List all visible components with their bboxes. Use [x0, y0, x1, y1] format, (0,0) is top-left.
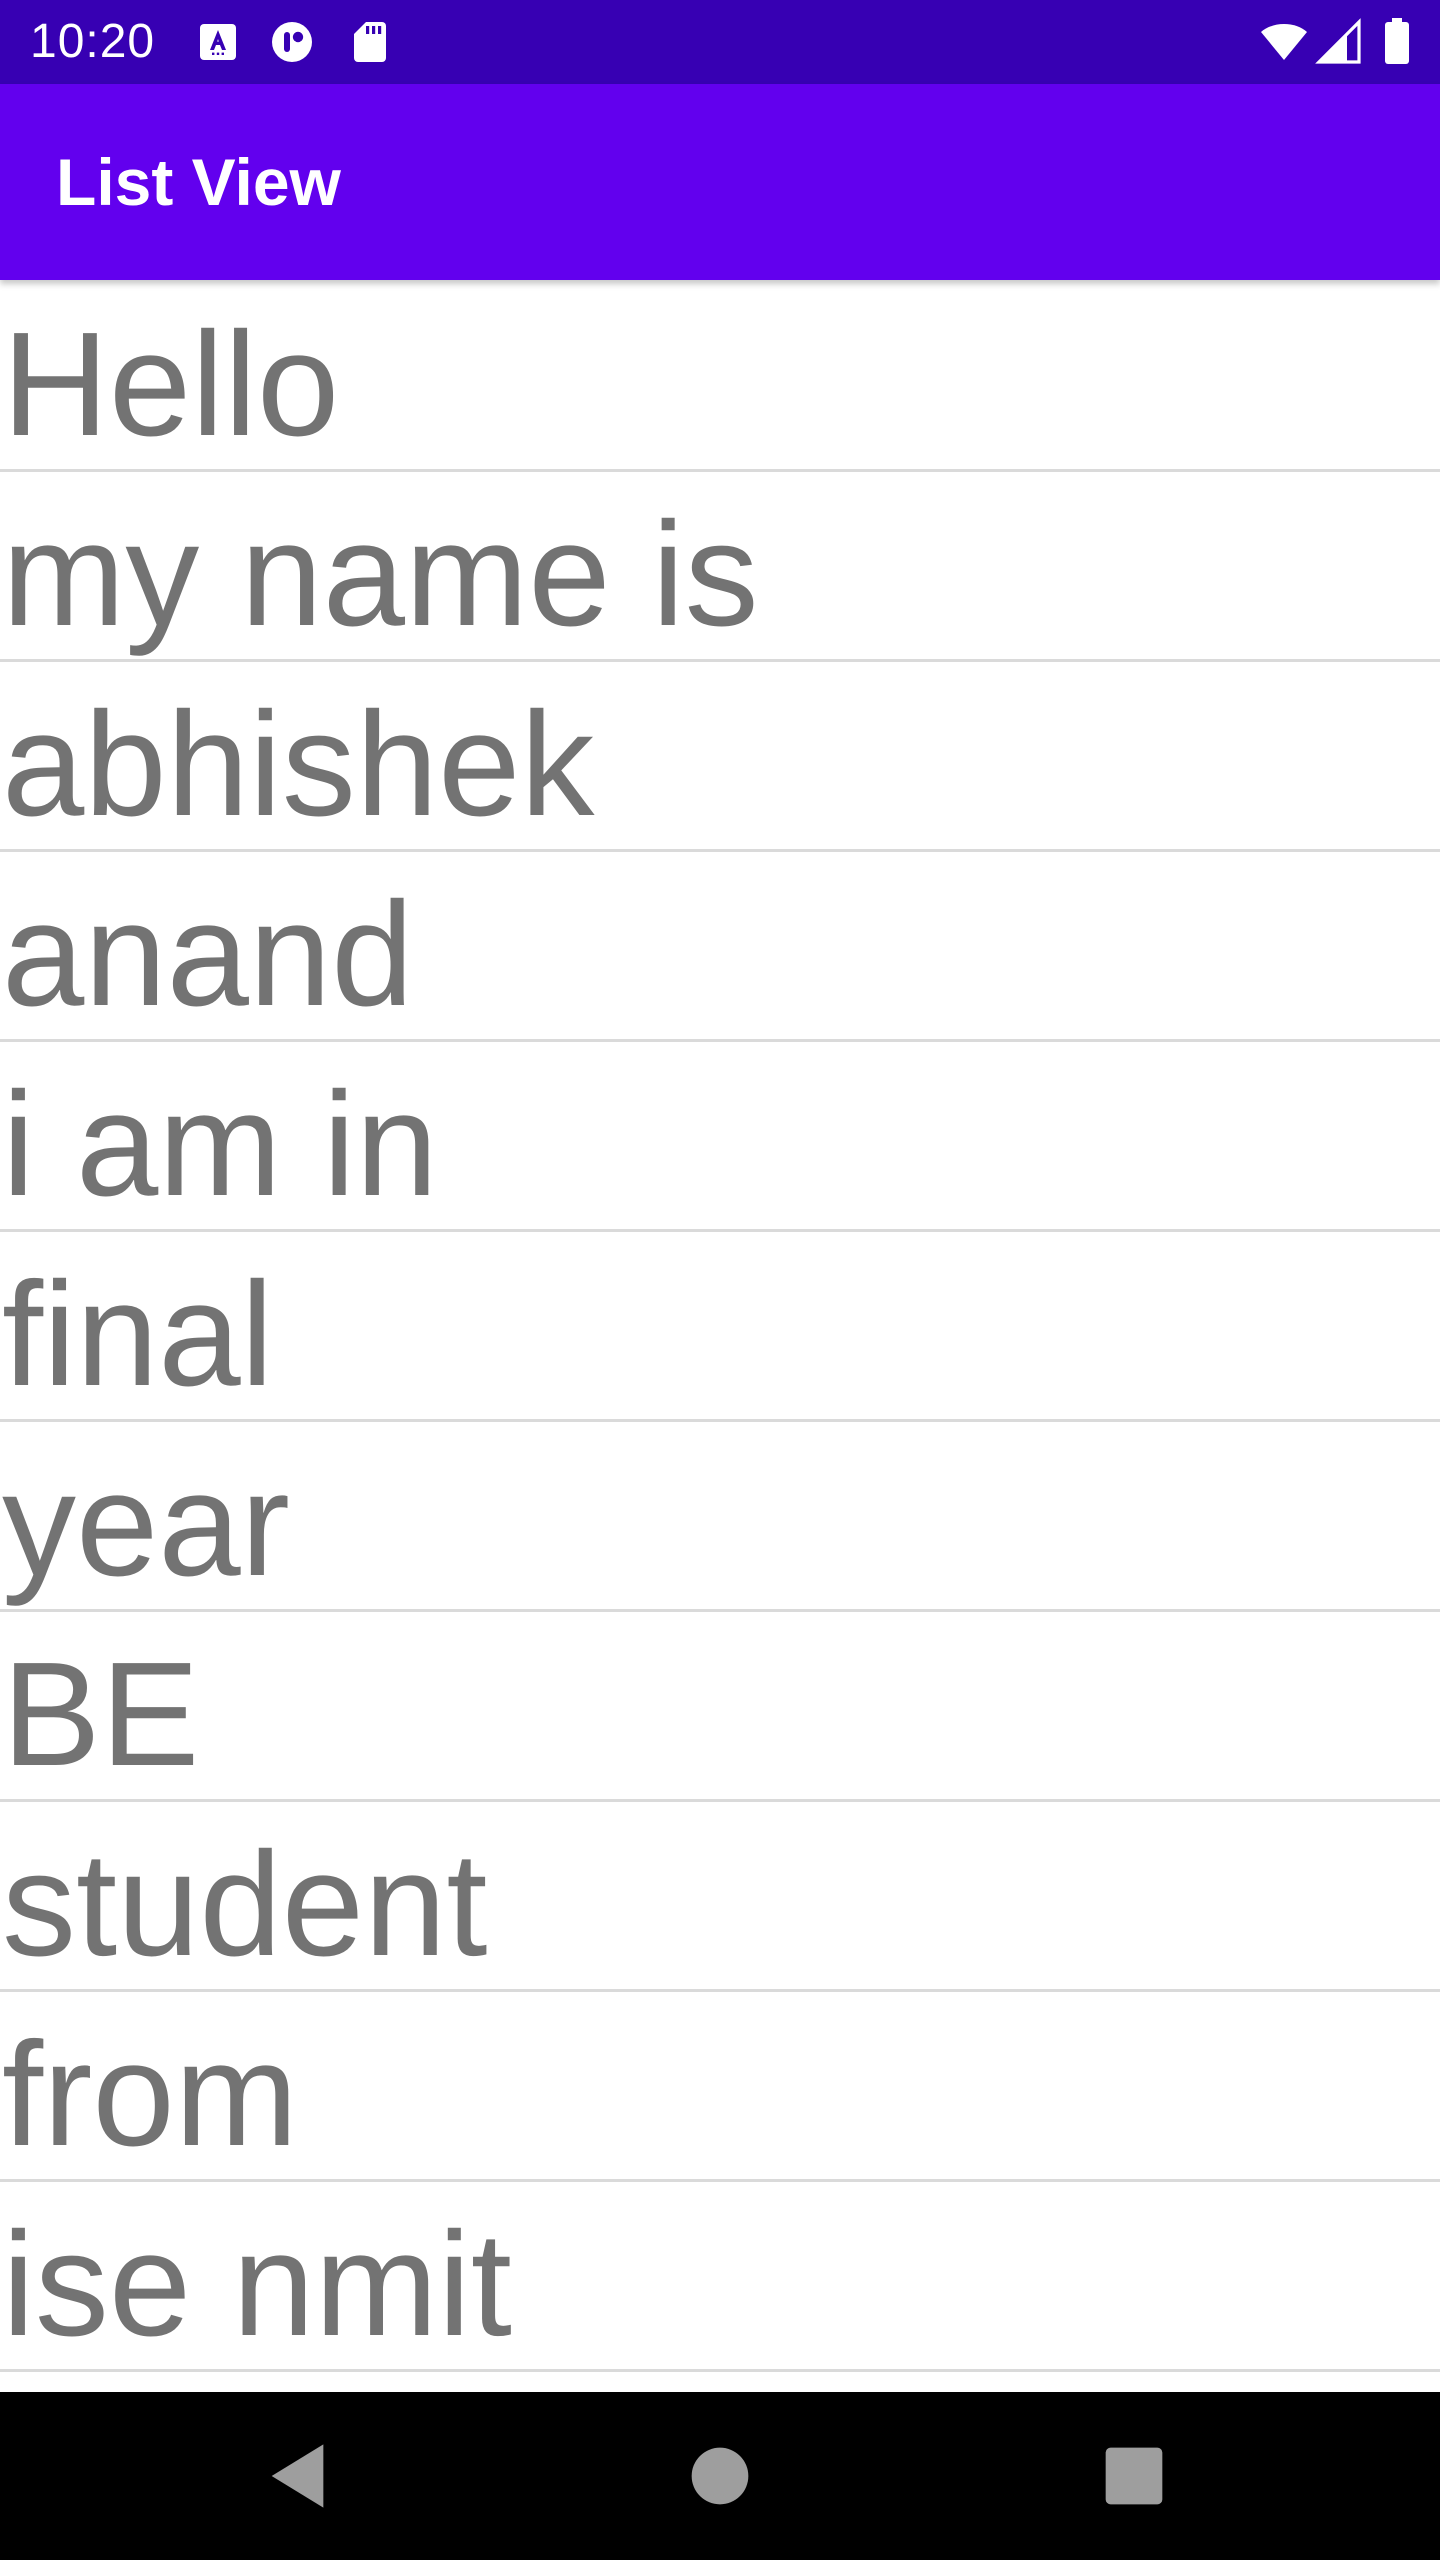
- list-item[interactable]: my name is: [0, 472, 1440, 662]
- list-item[interactable]: student: [0, 1802, 1440, 1992]
- list-item[interactable]: Hello: [0, 282, 1440, 472]
- list-item[interactable]: ise nmit: [0, 2182, 1440, 2372]
- list-item[interactable]: i am in: [0, 1042, 1440, 1232]
- battery-icon: [1380, 18, 1414, 66]
- screen: 10:20 List View Hello my name is abhishe…: [0, 0, 1440, 2560]
- list-item[interactable]: from: [0, 1992, 1440, 2182]
- list-item-label: from: [2, 2012, 298, 2177]
- list-item-label: ise nmit: [2, 2202, 512, 2367]
- back-icon[interactable]: [260, 2436, 340, 2516]
- list-item-label: BE: [2, 1632, 200, 1797]
- list-item-label: student: [2, 1822, 488, 1987]
- list-item[interactable]: anand: [0, 852, 1440, 1042]
- app-title: List View: [56, 145, 341, 219]
- list-item-label: abhishek: [2, 682, 595, 847]
- recents-icon[interactable]: [1094, 2436, 1174, 2516]
- list-item[interactable]: final: [0, 1232, 1440, 1422]
- cell-signal-icon: [1314, 18, 1364, 66]
- font-download-icon: [192, 18, 244, 66]
- wifi-icon: [1256, 18, 1312, 66]
- app-bar: List View: [0, 84, 1440, 280]
- list-item[interactable]: year: [0, 1422, 1440, 1612]
- list-view[interactable]: Hello my name is abhishek anand i am in …: [0, 282, 1440, 2392]
- list-item[interactable]: abhishek: [0, 662, 1440, 852]
- list-item-label: i am in: [2, 1062, 438, 1227]
- list-item-label: final: [2, 1252, 274, 1417]
- list-item-label: my name is: [2, 492, 759, 657]
- list-item[interactable]: BE: [0, 1612, 1440, 1802]
- list-item-label: anand: [2, 872, 414, 1037]
- list-item-label: year: [2, 1442, 290, 1607]
- home-icon[interactable]: [680, 2436, 760, 2516]
- sd-card-icon: [344, 18, 396, 66]
- navigation-bar: [0, 2392, 1440, 2560]
- list-item-label: Hello: [2, 302, 340, 467]
- status-bar: 10:20: [0, 0, 1440, 84]
- notification-circle-icon: [266, 18, 318, 66]
- status-time: 10:20: [30, 15, 156, 68]
